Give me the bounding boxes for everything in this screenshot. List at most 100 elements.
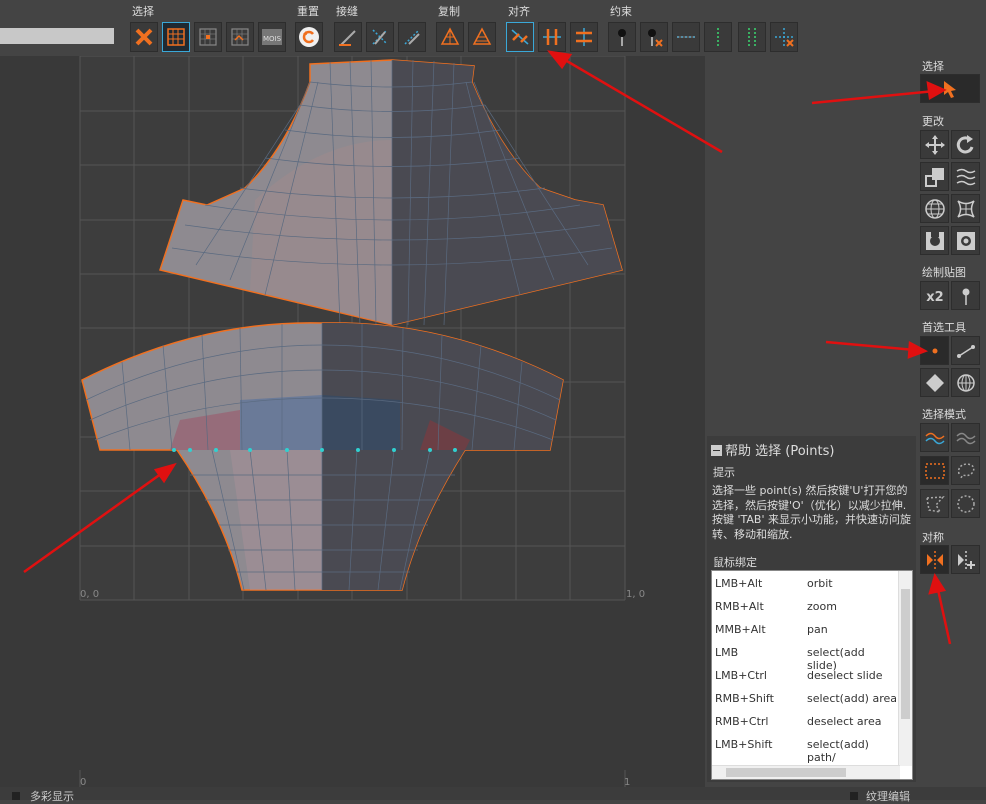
binding-row: LMB+Alt orbit xyxy=(715,577,833,590)
vertical-scrollbar[interactable] xyxy=(898,571,912,766)
tool-panel: 选择 更改 绘制贴图 x2 首选工具 选择模式 对称 xyxy=(916,56,986,800)
align-horizontal-button[interactable] xyxy=(570,22,598,52)
stitch-edge-button[interactable] xyxy=(334,22,362,52)
select-inverse-button[interactable] xyxy=(194,22,222,52)
uv-viewport[interactable]: 0, 0 1, 0 0 1 xyxy=(0,56,705,800)
binding-row: LMB select(add slide) xyxy=(715,646,865,672)
section-modify: 更改 xyxy=(922,115,944,128)
pin-button[interactable] xyxy=(608,22,636,52)
sphere-button[interactable] xyxy=(920,194,949,223)
mois-icon: MOIS xyxy=(262,29,282,45)
status-bar: 多彩显示 纹理编辑 xyxy=(0,787,986,803)
select-mode-lasso-button[interactable] xyxy=(951,456,980,485)
align-horizontal-icon xyxy=(576,28,592,46)
search-input[interactable] xyxy=(0,28,114,44)
point-icon xyxy=(932,348,937,353)
edge-icon xyxy=(956,344,975,358)
grid-select-icon xyxy=(167,28,185,46)
binding-row: RMB+Shift select(add) area xyxy=(715,692,897,705)
stitch-pen-icon xyxy=(339,30,356,46)
stitch-weld-button[interactable] xyxy=(398,22,426,52)
copy-button[interactable] xyxy=(436,22,464,52)
binding-row: LMB+Shift select(add) path/ xyxy=(715,738,869,764)
rotate-button[interactable] xyxy=(951,130,980,159)
status-left-text: 多彩显示 xyxy=(30,790,74,803)
select-grow-button[interactable] xyxy=(226,22,254,52)
constrain-both-icon xyxy=(748,28,756,46)
scroll-thumb[interactable] xyxy=(901,589,910,719)
unpin-icon xyxy=(648,29,663,47)
svg-text:x2: x2 xyxy=(926,290,943,305)
select-mois-button[interactable]: MOIS xyxy=(258,22,286,52)
align-straighten-icon xyxy=(511,29,529,45)
move-button[interactable] xyxy=(920,130,949,159)
group-label-align: 对齐 xyxy=(508,5,530,18)
constrain-both-button[interactable] xyxy=(738,22,766,52)
wave-grid-icon xyxy=(956,168,975,185)
unfold-button[interactable] xyxy=(920,226,949,255)
origin-label: 0, 0 xyxy=(80,589,100,600)
clear-selection-button[interactable] xyxy=(130,22,158,52)
select-mode-poly-button[interactable] xyxy=(920,489,949,518)
face-mode-button[interactable] xyxy=(920,368,949,397)
move-icon xyxy=(924,134,945,155)
texture-pin-button[interactable] xyxy=(951,281,980,310)
optimize-button[interactable] xyxy=(951,226,980,255)
select-mode-wave-alt-button[interactable] xyxy=(951,423,980,452)
constrain-clear-icon xyxy=(775,28,794,47)
bindings-heading: 鼠标绑定 xyxy=(713,556,757,569)
color-swatch[interactable] xyxy=(12,792,20,800)
help-title: 帮助 选择 (Points) xyxy=(725,444,835,459)
collapse-icon[interactable] xyxy=(711,445,722,456)
section-symmetry: 对称 xyxy=(922,531,944,544)
lasso-icon xyxy=(957,462,974,479)
unpin-button[interactable] xyxy=(640,22,668,52)
pinch-button[interactable] xyxy=(951,194,980,223)
uv-canvas[interactable] xyxy=(0,56,705,800)
texture-x2-button[interactable]: x2 xyxy=(920,281,949,310)
bindings-list[interactable]: LMB+Alt orbit RMB+Alt zoom MMB+Alt pan LMB s… xyxy=(711,570,913,780)
constrain-horizontal-button[interactable] xyxy=(672,22,700,52)
binding-row: MMB+Alt pan xyxy=(715,623,828,636)
tip-heading: 提示 xyxy=(713,466,735,479)
section-select-mode: 选择模式 xyxy=(922,408,966,421)
align-vertical-button[interactable] xyxy=(538,22,566,52)
horizontal-scrollbar[interactable] xyxy=(712,765,900,779)
cursor-arrow-icon xyxy=(944,80,956,98)
binding-row: RMB+Alt zoom xyxy=(715,600,837,613)
symmetry-axis-button[interactable] xyxy=(951,545,980,574)
select-tool-button[interactable] xyxy=(920,74,980,103)
align-vertical-icon xyxy=(543,29,561,45)
color-swatch[interactable] xyxy=(850,792,858,800)
reset-button[interactable] xyxy=(295,22,323,52)
top-toolbar: 选择 MOIS 重置 接缝 复制 对齐 约束 xyxy=(0,0,986,56)
scroll-thumb[interactable] xyxy=(726,768,846,777)
select-mode-circle-button[interactable] xyxy=(951,489,980,518)
binding-row: RMB+Ctrl deselect area xyxy=(715,715,882,728)
stitch-cut-button[interactable] xyxy=(366,22,394,52)
paste-icon xyxy=(472,27,492,45)
symmetry-icon xyxy=(926,550,943,569)
constrain-vertical-button[interactable] xyxy=(704,22,732,52)
grid-inverse-icon xyxy=(199,28,217,46)
select-mode-rect-button[interactable] xyxy=(920,456,949,485)
edge-mode-button[interactable] xyxy=(951,336,980,365)
rotate-icon xyxy=(956,134,973,153)
face-icon xyxy=(925,373,944,392)
distort-button[interactable] xyxy=(951,162,980,191)
symmetry-toggle-button[interactable] xyxy=(920,545,949,574)
scale-button[interactable] xyxy=(920,162,949,191)
x2-icon: x2 xyxy=(926,290,943,305)
grid-grow-icon xyxy=(231,28,249,46)
island-mode-button[interactable] xyxy=(951,368,980,397)
help-title-row[interactable]: 帮助 选择 (Points) xyxy=(711,440,834,459)
align-straighten-button[interactable] xyxy=(506,22,534,52)
paste-button[interactable] xyxy=(468,22,496,52)
help-panel: 帮助 选择 (Points) 提示 选择一些 point(s) 然后按键'U'打… xyxy=(707,436,916,782)
select-mode-wave-button[interactable] xyxy=(920,423,949,452)
select-all-button[interactable] xyxy=(162,22,190,52)
rect-marquee-icon xyxy=(924,462,945,479)
constrain-vertical-icon xyxy=(717,28,719,46)
constrain-clear-button[interactable] xyxy=(770,22,798,52)
point-mode-button[interactable] xyxy=(920,336,949,365)
